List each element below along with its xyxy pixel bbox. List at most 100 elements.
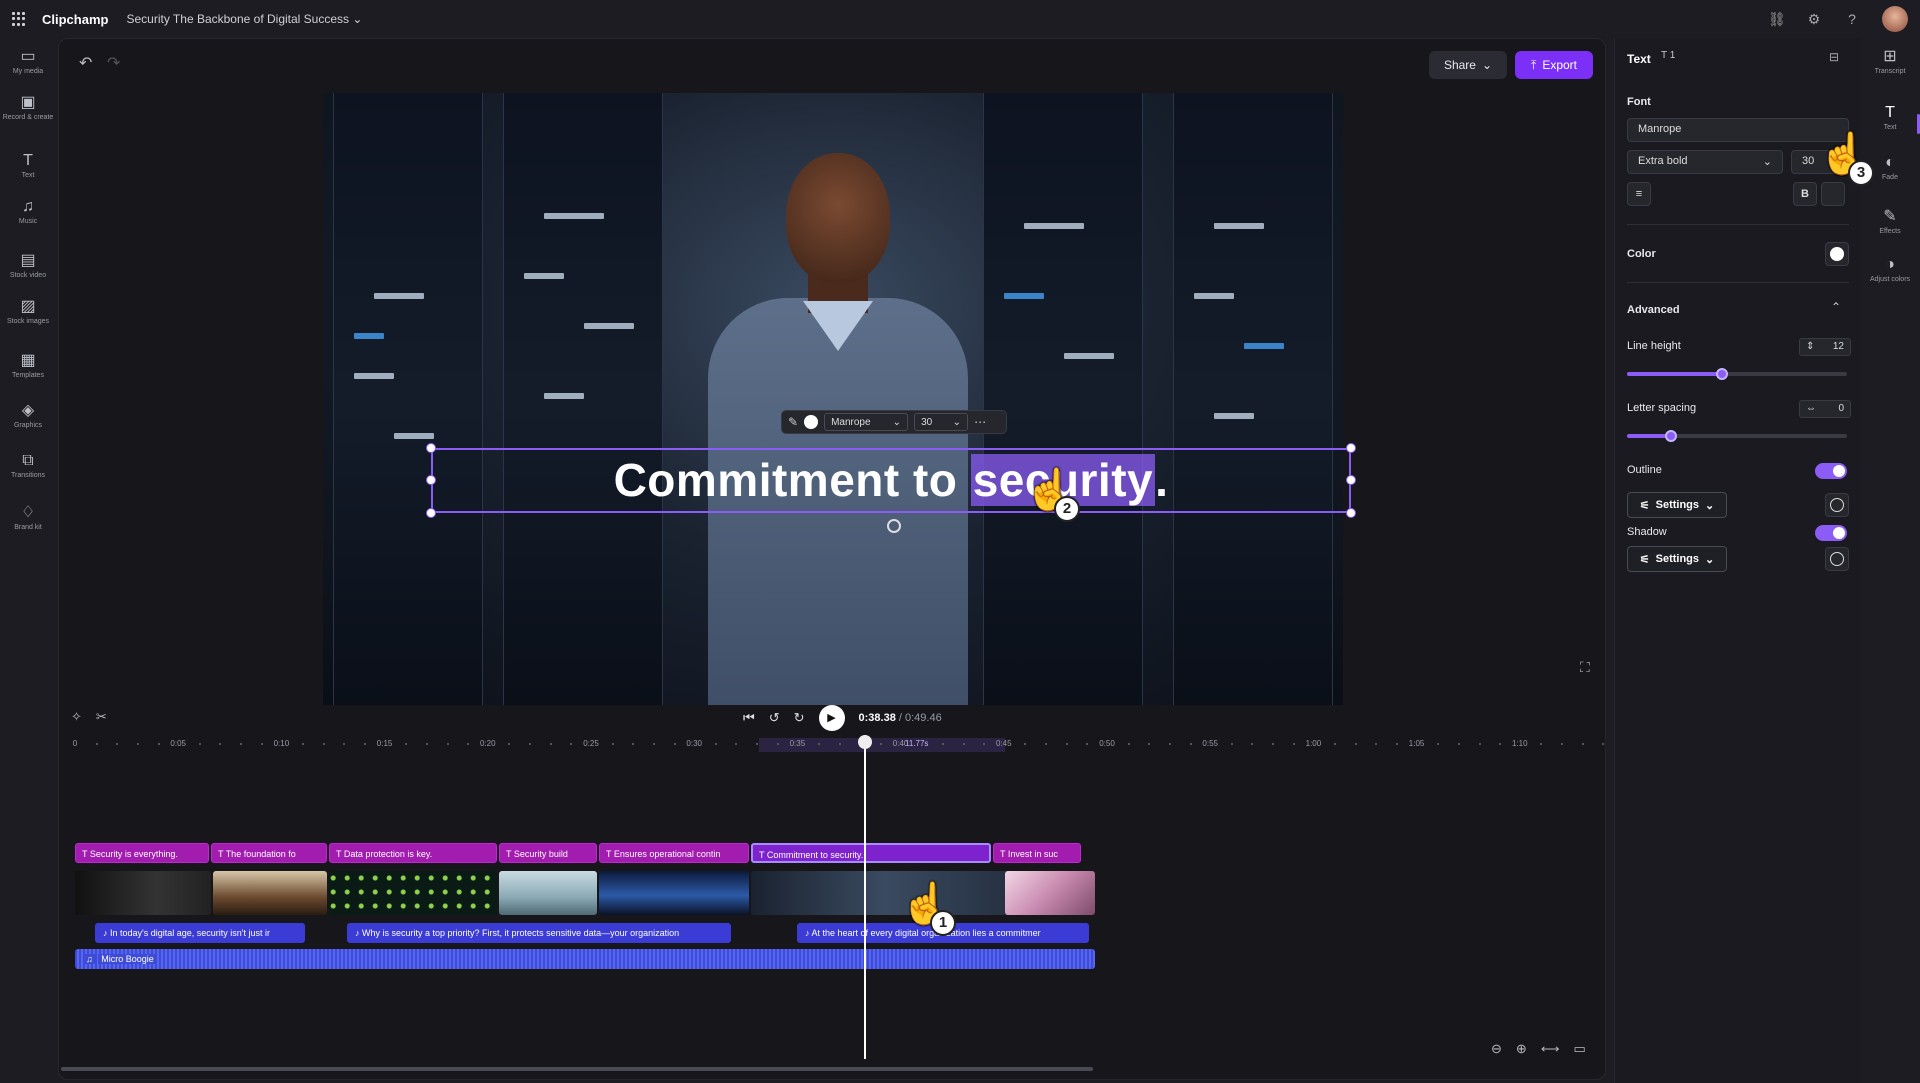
- help-icon[interactable]: ?: [1844, 11, 1860, 27]
- server-rack: [503, 93, 663, 705]
- timeline-scrollbar[interactable]: [61, 1067, 1093, 1071]
- nav-item[interactable]: ♫ Music: [0, 198, 56, 226]
- timeline-ruler[interactable]: 11.77s 0 0:05 0:10 0:15 0:20 0:25 0:30 0:35 0:40…: [59, 735, 1607, 755]
- video-clip[interactable]: [213, 871, 327, 915]
- share-link-icon[interactable]: ⛓: [1768, 11, 1786, 27]
- playhead[interactable]: [864, 735, 866, 1059]
- undo-icon[interactable]: ↶: [79, 53, 92, 73]
- collapse-panel-icon[interactable]: ⊟: [1829, 50, 1839, 64]
- app-launcher-icon[interactable]: [12, 12, 26, 26]
- zoom-in-icon[interactable]: ⊕: [1516, 1041, 1527, 1057]
- outline-color-swatch[interactable]: [1825, 493, 1849, 517]
- forward-icon[interactable]: ↻: [794, 710, 805, 726]
- rail-label: Transcript: [1874, 68, 1906, 75]
- rail-item[interactable]: ⊞ Transcript: [1860, 48, 1920, 76]
- outline-toggle[interactable]: [1815, 463, 1847, 479]
- fit-timeline-icon[interactable]: ⟷: [1541, 1041, 1560, 1057]
- tick-dot: [198, 743, 201, 745]
- resize-handle[interactable]: [1346, 475, 1356, 485]
- text-clip[interactable]: T The foundation fo: [211, 843, 327, 863]
- nav-item[interactable]: ▣ Record & create: [0, 94, 56, 122]
- magic-icon[interactable]: ✧: [71, 709, 82, 725]
- text-clip[interactable]: T Security build: [499, 843, 597, 863]
- nav-label: Stock video: [9, 272, 47, 279]
- rotate-handle[interactable]: [887, 519, 901, 533]
- video-preview[interactable]: [323, 93, 1343, 705]
- align-icon[interactable]: ≡: [1627, 182, 1651, 206]
- captions-toggle-icon[interactable]: ▭: [1573, 1041, 1585, 1057]
- rewind-icon[interactable]: ↺: [769, 710, 780, 726]
- text-color-swatch[interactable]: [804, 415, 819, 429]
- video-clip[interactable]: [75, 871, 211, 915]
- tick-dot: [1086, 743, 1089, 745]
- play-button[interactable]: ▶: [818, 705, 845, 731]
- rail-item[interactable]: T Text: [1860, 104, 1920, 132]
- nav-item[interactable]: ▨ Stock images: [0, 298, 56, 326]
- export-button[interactable]: ⤒ Export: [1515, 51, 1593, 79]
- bold-button[interactable]: B: [1793, 182, 1817, 206]
- shadow-toggle[interactable]: [1815, 525, 1847, 541]
- tick-dot: [1065, 743, 1068, 745]
- video-clip[interactable]: [329, 871, 497, 915]
- text-clip[interactable]: T Data protection is key.: [329, 843, 497, 863]
- text-clip[interactable]: T Commitment to security.: [751, 843, 991, 863]
- resize-handle[interactable]: [1346, 508, 1356, 518]
- redo-icon[interactable]: ↷: [107, 53, 120, 73]
- tick-dot: [529, 743, 532, 745]
- zoom-out-icon[interactable]: ⊖: [1491, 1041, 1502, 1057]
- caption-clip[interactable]: ♪ Why is security a top priority? First,…: [347, 923, 731, 943]
- nav-label: Record & create: [2, 114, 54, 121]
- text-clip[interactable]: T Security is everything.: [75, 843, 209, 863]
- caption-clip[interactable]: ♪ In today's digital age, security isn't…: [95, 923, 305, 943]
- audio-clip[interactable]: ♫ Micro Boogie: [75, 949, 1095, 969]
- rail-item[interactable]: ✎ Effects: [1860, 208, 1920, 236]
- resize-handle[interactable]: [426, 508, 436, 518]
- font-value: Manrope: [1638, 123, 1682, 135]
- italic-button[interactable]: [1821, 182, 1845, 206]
- nav-item[interactable]: ♢ Brand kit: [0, 504, 56, 532]
- skip-back-icon[interactable]: ⏮: [743, 710, 755, 726]
- letter-spacing-slider[interactable]: [1627, 430, 1847, 442]
- project-title[interactable]: Security The Backbone of Digital Success…: [126, 12, 362, 26]
- video-clip[interactable]: [499, 871, 597, 915]
- video-clip[interactable]: [599, 871, 749, 915]
- nav-item[interactable]: ◈ Graphics: [0, 402, 56, 430]
- font-select[interactable]: Manrope: [1627, 118, 1849, 142]
- avatar[interactable]: [1882, 6, 1908, 32]
- nav-item[interactable]: T Text: [0, 152, 56, 180]
- line-height-slider[interactable]: [1627, 368, 1847, 380]
- playhead-handle[interactable]: [858, 735, 872, 749]
- share-button[interactable]: Share ⌄: [1429, 51, 1507, 79]
- letter-spacing-input[interactable]: ⇔ 0: [1799, 400, 1851, 418]
- resize-handle[interactable]: [426, 443, 436, 453]
- tick-dot: [652, 743, 655, 745]
- text-clip[interactable]: T Invest in suc: [993, 843, 1081, 863]
- pencil-icon[interactable]: ✎: [788, 415, 798, 429]
- shadow-color-swatch[interactable]: [1825, 547, 1849, 571]
- outline-settings-button[interactable]: ⚟ Settings ⌄: [1627, 492, 1727, 518]
- chevron-up-icon[interactable]: ⌃: [1831, 300, 1841, 314]
- line-height-input[interactable]: ⇕ 12: [1799, 338, 1851, 356]
- rail-label: Adjust colors: [1869, 276, 1911, 283]
- shadow-settings-label: Settings: [1655, 553, 1700, 565]
- nav-item[interactable]: ▤ Stock video: [0, 252, 56, 280]
- text-color-swatch[interactable]: [1825, 242, 1849, 266]
- video-clip[interactable]: [1005, 871, 1095, 915]
- nav-item[interactable]: ⧉ Transitions: [0, 452, 56, 480]
- scissors-icon[interactable]: ✂: [96, 709, 107, 725]
- rail-item[interactable]: ◑ Adjust colors: [1860, 256, 1920, 284]
- current-time: 0:38.38: [858, 712, 896, 724]
- nav-item[interactable]: ▭ My media: [0, 48, 56, 76]
- more-options-icon[interactable]: ⋯: [974, 415, 986, 429]
- gear-icon[interactable]: ⚙: [1806, 11, 1822, 27]
- toolbar-size-select[interactable]: 30 ⌄: [914, 413, 969, 431]
- fullscreen-icon[interactable]: ⛶: [1580, 659, 1590, 676]
- nav-item[interactable]: ▦ Templates: [0, 352, 56, 380]
- toolbar-font-select[interactable]: Manrope ⌄: [824, 413, 909, 431]
- shadow-settings-button[interactable]: ⚟ Settings ⌄: [1627, 546, 1727, 572]
- font-weight-select[interactable]: Extra bold ⌄: [1627, 150, 1783, 174]
- text-clip[interactable]: T Ensures operational contin: [599, 843, 749, 863]
- resize-handle[interactable]: [426, 475, 436, 485]
- tick-dot: [756, 743, 759, 745]
- resize-handle[interactable]: [1346, 443, 1356, 453]
